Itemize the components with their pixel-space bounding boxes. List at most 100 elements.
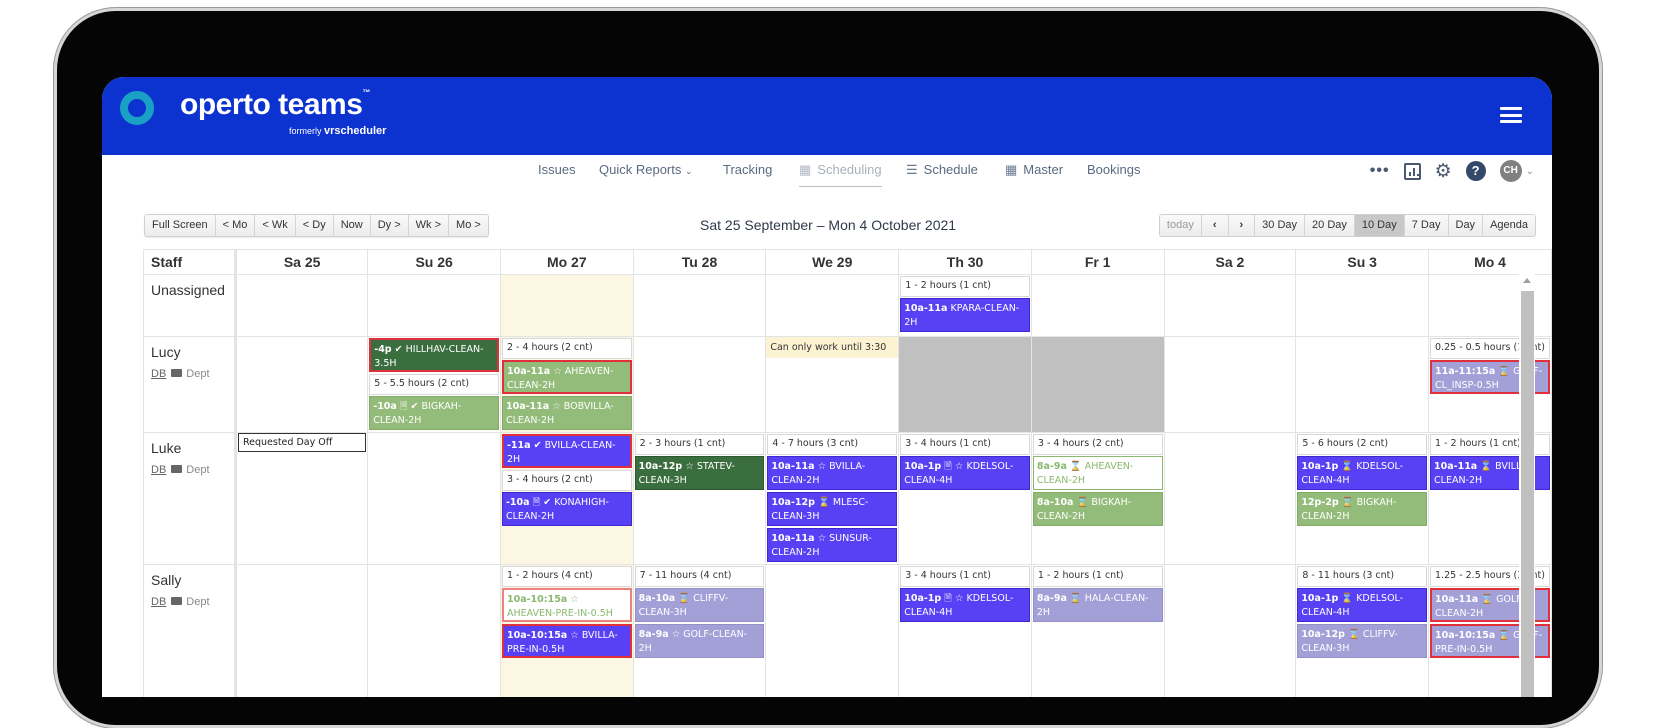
db-link[interactable]: DB (151, 596, 166, 608)
day-cell[interactable] (632, 336, 767, 433)
day-cell[interactable]: 2 - 4 hours (2 cnt) 10a-11a ☆ AHEAVEN-CLE… (499, 336, 634, 433)
day-cell[interactable]: 1 - 2 hours (1 cnt) 10a-11a KPARA-CLEAN-2… (898, 274, 1032, 337)
day-cell[interactable]: 1 - 2 hours (4 cnt) 10a-10:15a ☆ AHEAVEN-… (499, 564, 634, 697)
event-card[interactable]: 8a-10a ⌛ BIGKAH-CLEAN-2H (1032, 492, 1163, 526)
nav-tracking[interactable]: Tracking (723, 162, 772, 177)
prev-week-button[interactable]: < Wk (255, 215, 296, 236)
day-cell[interactable] (1163, 274, 1297, 337)
scrollbar-thumb[interactable] (1521, 291, 1534, 697)
day-cell[interactable]: -4p ✔ HILLHAV-CLEAN-3.5H 5 - 5.5 hours (2… (367, 336, 501, 433)
event-card[interactable]: 10a-12p ⌛ CLIFFV-CLEAN-3H (1297, 624, 1428, 658)
event-card[interactable]: 10a-12p ☆ STATEV-CLEAN-3H (634, 456, 765, 490)
day-cell[interactable]: 3 - 4 hours (1 cnt) 10a-1p 🗎 ☆ KDELSOL-CL… (898, 432, 1032, 565)
day-cell[interactable]: Requested Day Off (234, 432, 369, 565)
dept-label[interactable]: Dept (186, 596, 209, 608)
availability-note[interactable]: Can only work until 3:30 (766, 337, 899, 358)
event-card[interactable]: 12p-2p ⌛ BIGKAH-CLEAN-2H (1297, 492, 1428, 526)
day-cell[interactable]: Can only work until 3:30 (765, 336, 900, 433)
day-cell[interactable] (367, 274, 501, 337)
report-chart-icon[interactable] (1403, 162, 1421, 180)
prev-button[interactable]: ‹ (1201, 215, 1229, 236)
dept-label[interactable]: Dept (186, 368, 209, 380)
next-button[interactable]: › (1228, 215, 1256, 236)
nav-scheduling[interactable]: ▦ Scheduling (799, 162, 882, 187)
view-day-button[interactable]: Day (1448, 215, 1484, 236)
day-header[interactable]: We 29 (765, 249, 900, 275)
day-cell[interactable] (234, 274, 369, 337)
user-avatar[interactable]: CH (1499, 160, 1522, 182)
dept-label[interactable]: Dept (186, 464, 209, 476)
gear-icon[interactable]: ⚙ (1435, 160, 1452, 183)
day-cell[interactable]: 3 - 4 hours (1 cnt) 10a-1p 🗎 ☆ KDELSOL-CL… (898, 564, 1032, 697)
day-header[interactable]: Sa 25 (234, 249, 369, 275)
event-card[interactable]: 10a-11a ☆ AHEAVEN-CLEAN-2H (501, 360, 632, 394)
event-card[interactable]: 10a-11a ☆ BOBVILLA-CLEAN-2H (501, 396, 632, 430)
day-header[interactable]: Sa 2 (1163, 249, 1297, 275)
event-card[interactable]: 10a-1p ⌛ KDELSOL-CLEAN-4H (1297, 588, 1428, 622)
event-card[interactable]: 8a-10a ⌛ CLIFFV-CLEAN-3H (634, 588, 765, 622)
event-card[interactable]: 8a-9a ⌛ AHEAVEN-CLEAN-2H (1032, 456, 1163, 490)
day-header[interactable]: Mo 4 (1428, 249, 1552, 275)
day-cell[interactable] (234, 336, 369, 433)
day-cell[interactable] (765, 274, 900, 337)
view-7-day-button[interactable]: 7 Day (1404, 215, 1449, 236)
event-card[interactable]: 10a-1p 🗎 ☆ KDELSOL-CLEAN-4H (900, 456, 1030, 490)
day-cell[interactable] (765, 564, 900, 697)
day-cell[interactable]: 5 - 6 hours (2 cnt) 10a-1p ⌛ KDELSOL-CLEA… (1295, 432, 1430, 565)
full-screen-button[interactable]: Full Screen (145, 215, 216, 236)
day-header[interactable]: Mo 27 (499, 249, 634, 275)
day-cell[interactable] (898, 336, 1032, 433)
event-card[interactable]: 8a-9a ☆ GOLF-CLEAN-2H (634, 624, 765, 658)
event-card[interactable]: 8a-9a ⌛ HALA-CLEAN-2H (1032, 588, 1163, 622)
day-off-badge[interactable]: Requested Day Off (237, 433, 367, 452)
nav-schedule[interactable]: ☰ Schedule (906, 162, 978, 178)
day-cell[interactable] (1030, 274, 1165, 337)
event-card[interactable]: 10a-11a ☆ BVILLA-CLEAN-2H (767, 456, 898, 490)
view-10-day-button[interactable]: 10 Day (1354, 215, 1405, 236)
event-card[interactable]: 10a-11a KPARA-CLEAN-2H (900, 298, 1030, 332)
day-header[interactable]: Fr 1 (1030, 249, 1165, 275)
day-cell[interactable] (367, 564, 501, 697)
day-cell[interactable] (1163, 564, 1297, 697)
view-agenda-button[interactable]: Agenda (1483, 215, 1535, 236)
day-cell[interactable] (499, 274, 634, 337)
day-cell[interactable] (1163, 432, 1297, 565)
day-header[interactable]: Th 30 (898, 249, 1032, 275)
day-cell[interactable]: 8 - 11 hours (3 cnt) 10a-1p ⌛ KDELSOL-CLE… (1295, 564, 1430, 697)
event-card[interactable]: 10a-10:15a ☆ AHEAVEN-PRE-IN-0.5H (501, 588, 632, 622)
event-card[interactable]: 10a-11a ☆ SUNSUR-CLEAN-2H (767, 528, 898, 562)
next-day-button[interactable]: Dy > (370, 215, 409, 236)
day-cell[interactable] (367, 432, 501, 565)
more-icon[interactable]: ••• (1370, 162, 1390, 180)
nav-quick-reports[interactable]: Quick Reports ⌄ (599, 162, 693, 177)
view-20-day-button[interactable]: 20 Day (1305, 215, 1355, 236)
day-cell[interactable]: 3 - 4 hours (2 cnt) 8a-9a ⌛ AHEAVEN-CLEAN… (1030, 432, 1165, 565)
event-card[interactable]: -4p ✔ HILLHAV-CLEAN-3.5H (369, 338, 499, 372)
view-30-day-button[interactable]: 30 Day (1255, 215, 1306, 236)
day-header[interactable]: Tu 28 (632, 249, 767, 275)
db-link[interactable]: DB (151, 368, 166, 380)
scroll-up-arrow-icon[interactable] (1523, 278, 1531, 283)
day-cell[interactable] (1295, 274, 1430, 337)
db-link[interactable]: DB (151, 464, 166, 476)
event-card[interactable]: -11a ✔ BVILLA-CLEAN-2H (501, 434, 632, 468)
event-card[interactable]: 10a-10:15a ☆ BVILLA-PRE-IN-0.5H (501, 624, 632, 658)
day-cell[interactable] (1163, 336, 1297, 433)
day-header[interactable]: Su 3 (1295, 249, 1430, 275)
today-button[interactable]: today (1159, 215, 1202, 236)
nav-master[interactable]: ▦ Master (1005, 162, 1063, 178)
nav-issues[interactable]: Issues (538, 162, 576, 177)
event-card[interactable]: 10a-1p 🗎 ☆ KDELSOL-CLEAN-4H (900, 588, 1030, 622)
now-button[interactable]: Now (333, 215, 371, 236)
vertical-scrollbar[interactable] (1519, 274, 1535, 697)
day-cell[interactable] (1030, 336, 1165, 433)
event-card[interactable]: 10a-1p ⌛ KDELSOL-CLEAN-4H (1297, 456, 1428, 490)
chevron-down-icon[interactable]: ⌄ (1526, 166, 1534, 177)
event-card[interactable]: 10a-12p ⌛ MLESC-CLEAN-3H (767, 492, 898, 526)
day-cell[interactable]: 7 - 11 hours (4 cnt) 8a-10a ⌛ CLIFFV-CLEA… (632, 564, 767, 697)
brand-logo[interactable]: operto teams™ (180, 88, 370, 122)
prev-month-button[interactable]: < Mo (215, 215, 256, 236)
next-month-button[interactable]: Mo > (449, 215, 488, 236)
day-header[interactable]: Su 26 (367, 249, 501, 275)
event-card[interactable]: -10a 🗎 ✔ BIGKAH-CLEAN-2H (369, 396, 499, 430)
